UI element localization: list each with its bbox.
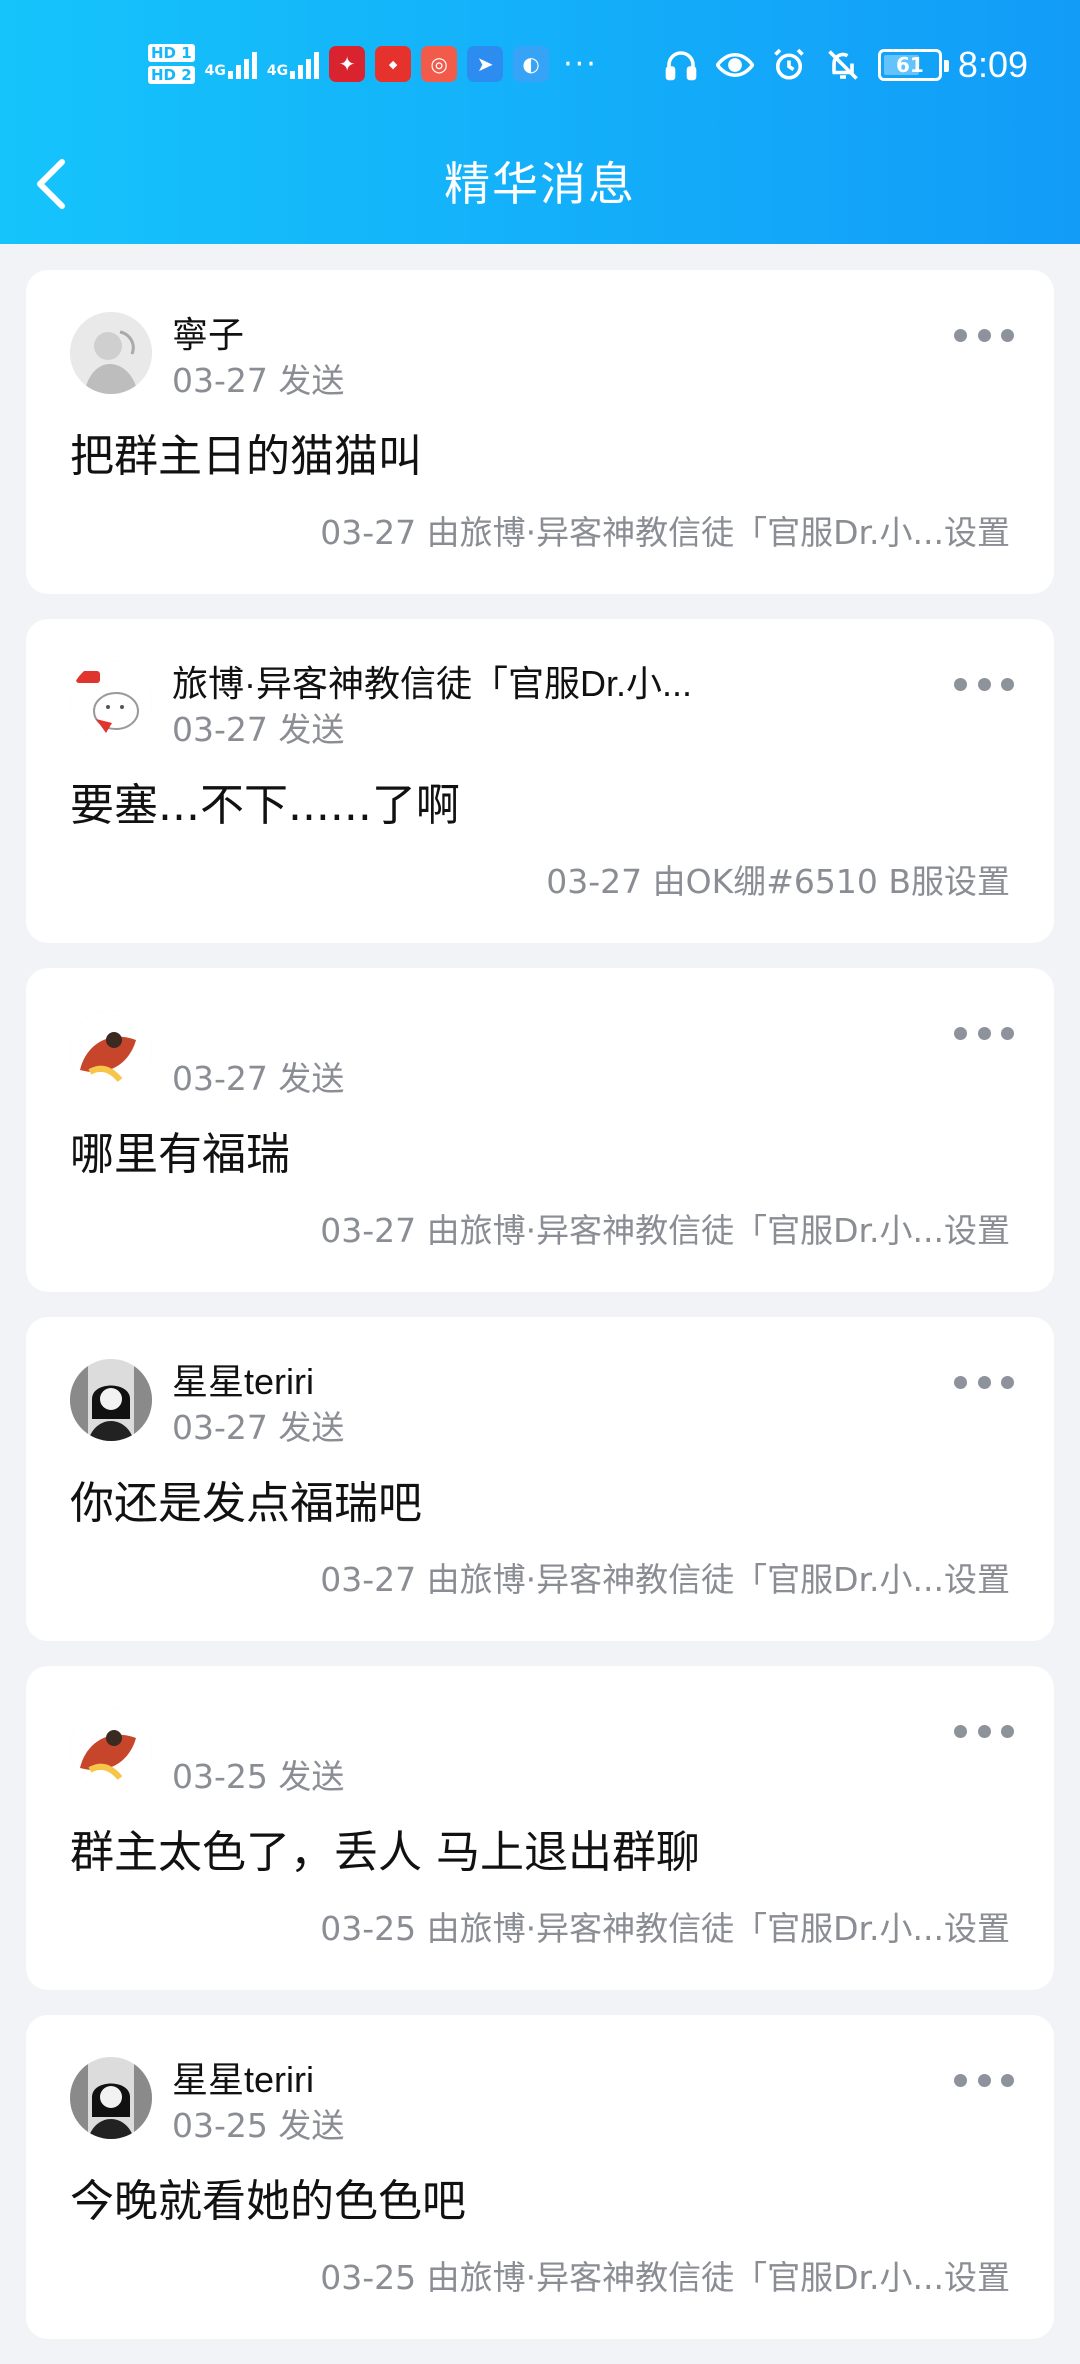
dingtalk-app-icon: ➤: [467, 46, 504, 82]
more-options-button[interactable]: [954, 669, 1014, 699]
app-header: HD 1 HD 2 4G 4G ✦ ◆ ◎ ➤ ◐ ··· 61 8:09 精华…: [0, 0, 1080, 244]
set-by-info: 03-25 由旅博·异客神教信徒「官服Dr.小...设置: [320, 1909, 1010, 1948]
message-content: 今晚就看她的色色吧: [70, 2176, 466, 2227]
message-content: 群主太色了，丢人 马上退出群聊: [70, 1827, 700, 1878]
xuexitong-app-icon: ✦: [329, 46, 366, 82]
avatar[interactable]: [70, 661, 152, 743]
message-card[interactable]: 旅博·异客神教信徒「官服Dr.小... 03-27 发送 要塞...不下....…: [26, 619, 1054, 943]
sent-date: 03-27 发送: [172, 361, 345, 400]
more-options-button[interactable]: [954, 1716, 1014, 1746]
title-bar: 精华消息: [0, 130, 1080, 244]
signal-2: 4G: [266, 49, 320, 79]
message-card[interactable]: 寧子 03-27 发送 把群主日的猫猫叫 03-27 由旅博·异客神教信徒「官服…: [26, 270, 1054, 594]
author-name: 星星teriri: [172, 1361, 314, 1402]
avatar[interactable]: [70, 312, 152, 394]
message-content: 哪里有福瑞: [70, 1129, 290, 1180]
sent-date: 03-25 发送: [172, 1757, 345, 1796]
sent-date: 03-27 发送: [172, 1059, 345, 1098]
alarm-icon: [770, 46, 808, 84]
message-content: 要塞...不下......了啊: [70, 780, 460, 831]
signal-1: 4G: [205, 49, 257, 79]
signal-bars-1-icon: [227, 49, 257, 79]
set-by-info: 03-27 由旅博·异客神教信徒「官服Dr.小...设置: [320, 513, 1010, 552]
clock: 8:09: [957, 44, 1028, 85]
broadcast-app-icon: ◎: [421, 46, 458, 82]
more-options-button[interactable]: [954, 2065, 1014, 2095]
battery-indicator: 61: [877, 49, 949, 81]
mute-bell-icon: [824, 46, 862, 84]
sent-date: 03-27 发送: [172, 1408, 345, 1447]
status-bar: HD 1 HD 2 4G 4G ✦ ◆ ◎ ➤ ◐ ··· 61 8:09: [0, 0, 1080, 130]
message-card[interactable]: 星星teriri 03-25 发送 今晚就看她的色色吧 03-25 由旅博·异客…: [26, 2015, 1054, 2339]
message-content: 把群主日的猫猫叫: [70, 431, 422, 482]
message-content: 你还是发点福瑞吧: [70, 1478, 422, 1529]
author-name: 旅博·异客神教信徒「官服Dr.小...: [172, 663, 692, 704]
essence-message-list: 寧子 03-27 发送 把群主日的猫猫叫 03-27 由旅博·异客神教信徒「官服…: [26, 270, 1054, 2364]
more-options-button[interactable]: [954, 1018, 1014, 1048]
sim2-indicator: HD 2: [148, 66, 195, 84]
message-card[interactable]: 星星teriri 03-27 发送 你还是发点福瑞吧 03-27 由旅博·异客神…: [26, 1317, 1054, 1641]
avatar[interactable]: [70, 1010, 152, 1092]
network-type-1: 4G: [204, 63, 226, 79]
avatar[interactable]: [70, 1708, 152, 1790]
more-options-button[interactable]: [954, 1367, 1014, 1397]
set-by-info: 03-25 由旅博·异客神教信徒「官服Dr.小...设置: [320, 2258, 1010, 2297]
status-left: HD 1 HD 2 4G 4G ✦ ◆ ◎ ➤ ◐ ···: [148, 36, 598, 92]
sent-date: 03-27 发送: [172, 710, 345, 749]
eye-icon: [715, 46, 754, 84]
avatar[interactable]: [70, 2057, 152, 2139]
set-by-info: 03-27 由OK绷#6510 B服设置: [546, 862, 1010, 901]
network-type-2: 4G: [266, 63, 289, 79]
message-card[interactable]: 03-25 发送 群主太色了，丢人 马上退出群聊 03-25 由旅博·异客神教信…: [26, 1666, 1054, 1990]
headphones-icon: [662, 46, 700, 84]
more-options-button[interactable]: [954, 320, 1014, 350]
sim-indicators: HD 1 HD 2: [148, 44, 195, 84]
set-by-info: 03-27 由旅博·异客神教信徒「官服Dr.小...设置: [320, 1560, 1010, 1599]
message-card[interactable]: 03-27 发送 哪里有福瑞 03-27 由旅博·异客神教信徒「官服Dr.小..…: [26, 968, 1054, 1292]
status-right: 61 8:09: [662, 40, 1028, 90]
sim1-indicator: HD 1: [148, 44, 195, 62]
huawei-appgallery-icon: ◆: [375, 46, 412, 82]
set-by-info: 03-27 由旅博·异客神教信徒「官服Dr.小...设置: [320, 1211, 1010, 1250]
more-notifications-icon: ···: [563, 46, 598, 82]
author-name: 星星teriri: [172, 2059, 314, 2100]
page-title: 精华消息: [444, 157, 636, 211]
avatar[interactable]: [70, 1359, 152, 1441]
browser-app-icon: ◐: [513, 46, 550, 82]
sent-date: 03-25 发送: [172, 2106, 345, 2145]
author-name: 寧子: [172, 314, 245, 355]
signal-bars-2-icon: [290, 49, 320, 79]
